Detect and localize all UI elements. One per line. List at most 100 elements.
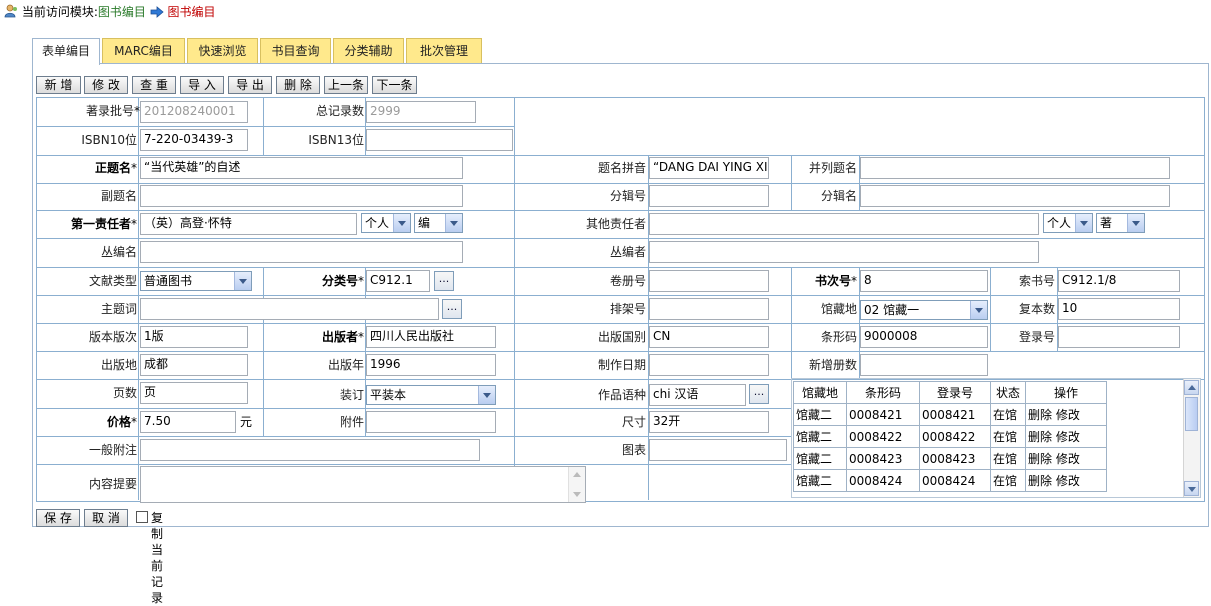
- binding-select[interactable]: 平装本: [366, 385, 496, 405]
- price-field[interactable]: 7.50: [140, 411, 236, 433]
- language-browse-button[interactable]: ...: [749, 384, 769, 404]
- doc-type-select[interactable]: 普通图书: [140, 271, 252, 291]
- import-button[interactable]: 导 入: [180, 76, 224, 94]
- series-field[interactable]: [140, 241, 463, 263]
- pub-country-field[interactable]: CN: [649, 326, 769, 348]
- isbn10-field[interactable]: 7-220-03439-3: [140, 129, 248, 151]
- add-button[interactable]: 新 增: [36, 76, 81, 94]
- delete-button[interactable]: 删 除: [276, 76, 320, 94]
- tab-marc-catalog[interactable]: MARC编目: [102, 38, 185, 63]
- summary-scrollbar[interactable]: [568, 467, 585, 502]
- new-copies-field[interactable]: [860, 354, 988, 376]
- edit-button[interactable]: 修 改: [84, 76, 128, 94]
- save-button[interactable]: 保 存: [36, 509, 80, 527]
- holdings-col-status: 状态: [990, 381, 1026, 404]
- cell-status: 在馆: [990, 425, 1026, 448]
- barcode-field[interactable]: 9000008: [860, 326, 988, 348]
- isbn10-label: ISBN10位: [81, 133, 137, 147]
- first-author-field[interactable]: （英）高登·怀特: [140, 213, 357, 235]
- batch-no-label: 著录批号*: [85, 104, 140, 118]
- tab-book-search[interactable]: 书目查询: [260, 38, 331, 63]
- first-author-role-select[interactable]: 编: [414, 213, 463, 233]
- subject-browse-button[interactable]: ...: [442, 299, 462, 319]
- isbn13-label: ISBN13位: [308, 133, 364, 147]
- made-date-field[interactable]: [649, 354, 769, 376]
- edit-link[interactable]: 修改: [1056, 452, 1080, 466]
- subject-field[interactable]: [140, 298, 439, 320]
- scroll-down-icon[interactable]: [1184, 481, 1199, 496]
- language-field[interactable]: chi 汉语: [649, 384, 746, 406]
- holdings-header-row: 馆藏地 条形码 登录号 状态 操作: [793, 381, 1107, 404]
- subtitle-field[interactable]: [140, 185, 463, 207]
- class-no-browse-button[interactable]: ...: [434, 271, 454, 291]
- tab-batch-manage[interactable]: 批次管理: [406, 38, 482, 63]
- export-button[interactable]: 导 出: [228, 76, 272, 94]
- copy-record-checkbox[interactable]: [136, 511, 148, 523]
- call-no-field[interactable]: C912.1/8: [1058, 270, 1180, 292]
- reg-no-label: 登录号: [1018, 330, 1055, 344]
- publisher-field[interactable]: 四川人民出版社: [366, 326, 496, 348]
- cell-barcode: 0008423: [846, 447, 920, 470]
- cell-actions: 删除 修改: [1025, 425, 1107, 448]
- size-field[interactable]: 32开: [649, 411, 769, 433]
- delete-link[interactable]: 删除: [1028, 408, 1052, 422]
- other-author-field[interactable]: [649, 213, 1039, 235]
- tab-quick-browse[interactable]: 快速浏览: [187, 38, 258, 63]
- chevron-down-icon: [1075, 214, 1092, 232]
- delete-link[interactable]: 删除: [1028, 430, 1052, 444]
- scroll-thumb[interactable]: [1185, 397, 1198, 431]
- scroll-up-icon[interactable]: [1184, 380, 1199, 395]
- location-select[interactable]: 02 馆藏一: [860, 300, 988, 320]
- arrow-right-icon: [150, 5, 164, 18]
- cell-barcode: 0008422: [846, 425, 920, 448]
- holdings-table: 馆藏地 条形码 登录号 状态 操作 馆藏二 0008421 0008421 在馆…: [793, 381, 1107, 492]
- barcode-label: 条形码: [820, 330, 857, 344]
- table-row: 馆藏二 0008422 0008422 在馆 删除 修改: [793, 425, 1107, 448]
- tab-form-catalog[interactable]: 表单编目: [32, 38, 100, 65]
- other-author-type-select[interactable]: 个人: [1043, 213, 1093, 233]
- general-note-field[interactable]: [140, 439, 480, 461]
- pub-year-field[interactable]: 1996: [366, 354, 496, 376]
- tab-class-helper[interactable]: 分类辅助: [333, 38, 404, 63]
- isbn13-field[interactable]: [366, 129, 513, 151]
- shelf-no-field[interactable]: [649, 298, 769, 320]
- series-author-field[interactable]: [649, 241, 1039, 263]
- title-field[interactable]: “当代英雄”的自述: [140, 157, 463, 179]
- summary-textarea[interactable]: [140, 466, 586, 503]
- chart-field[interactable]: [649, 439, 787, 461]
- copies-field[interactable]: 10: [1058, 298, 1180, 320]
- cell-location: 馆藏二: [793, 469, 847, 492]
- dedupe-button[interactable]: 查 重: [132, 76, 176, 94]
- chevron-down-icon: [393, 214, 410, 232]
- pages-field[interactable]: 页: [140, 382, 248, 404]
- pinyin-field[interactable]: “DANG DAI YING XIONG: [649, 157, 769, 179]
- volume-field[interactable]: [649, 270, 769, 292]
- part-name-field[interactable]: [860, 185, 1170, 207]
- cancel-button[interactable]: 取 消: [84, 509, 128, 527]
- prev-button[interactable]: 上一条: [324, 76, 368, 94]
- attachment-field[interactable]: [366, 411, 496, 433]
- edit-link[interactable]: 修改: [1056, 430, 1080, 444]
- delete-link[interactable]: 删除: [1028, 452, 1052, 466]
- parallel-title-field[interactable]: [860, 157, 1170, 179]
- delete-link[interactable]: 删除: [1028, 474, 1052, 488]
- edit-link[interactable]: 修改: [1056, 408, 1080, 422]
- book-no-field[interactable]: 8: [860, 270, 988, 292]
- language-label: 作品语种: [597, 388, 646, 402]
- reg-no-field[interactable]: [1058, 326, 1180, 348]
- next-button[interactable]: 下一条: [372, 76, 417, 94]
- part-no-field[interactable]: [649, 185, 769, 207]
- total-records-field[interactable]: 2999: [366, 101, 476, 123]
- other-author-role-select[interactable]: 著: [1096, 213, 1145, 233]
- cell-location: 馆藏二: [793, 447, 847, 470]
- title-label: 正题名*: [94, 161, 137, 175]
- edit-link[interactable]: 修改: [1056, 474, 1080, 488]
- edition-field[interactable]: 1版: [140, 326, 248, 348]
- summary-label: 内容提要: [88, 477, 137, 491]
- batch-no-field[interactable]: 201208240001: [140, 101, 248, 123]
- breadcrumb-module[interactable]: 图书编目: [98, 5, 146, 19]
- first-author-type-select[interactable]: 个人: [361, 213, 411, 233]
- holdings-scrollbar[interactable]: [1183, 379, 1200, 497]
- pub-place-field[interactable]: 成都: [140, 354, 248, 376]
- class-no-field[interactable]: C912.1: [366, 270, 430, 292]
